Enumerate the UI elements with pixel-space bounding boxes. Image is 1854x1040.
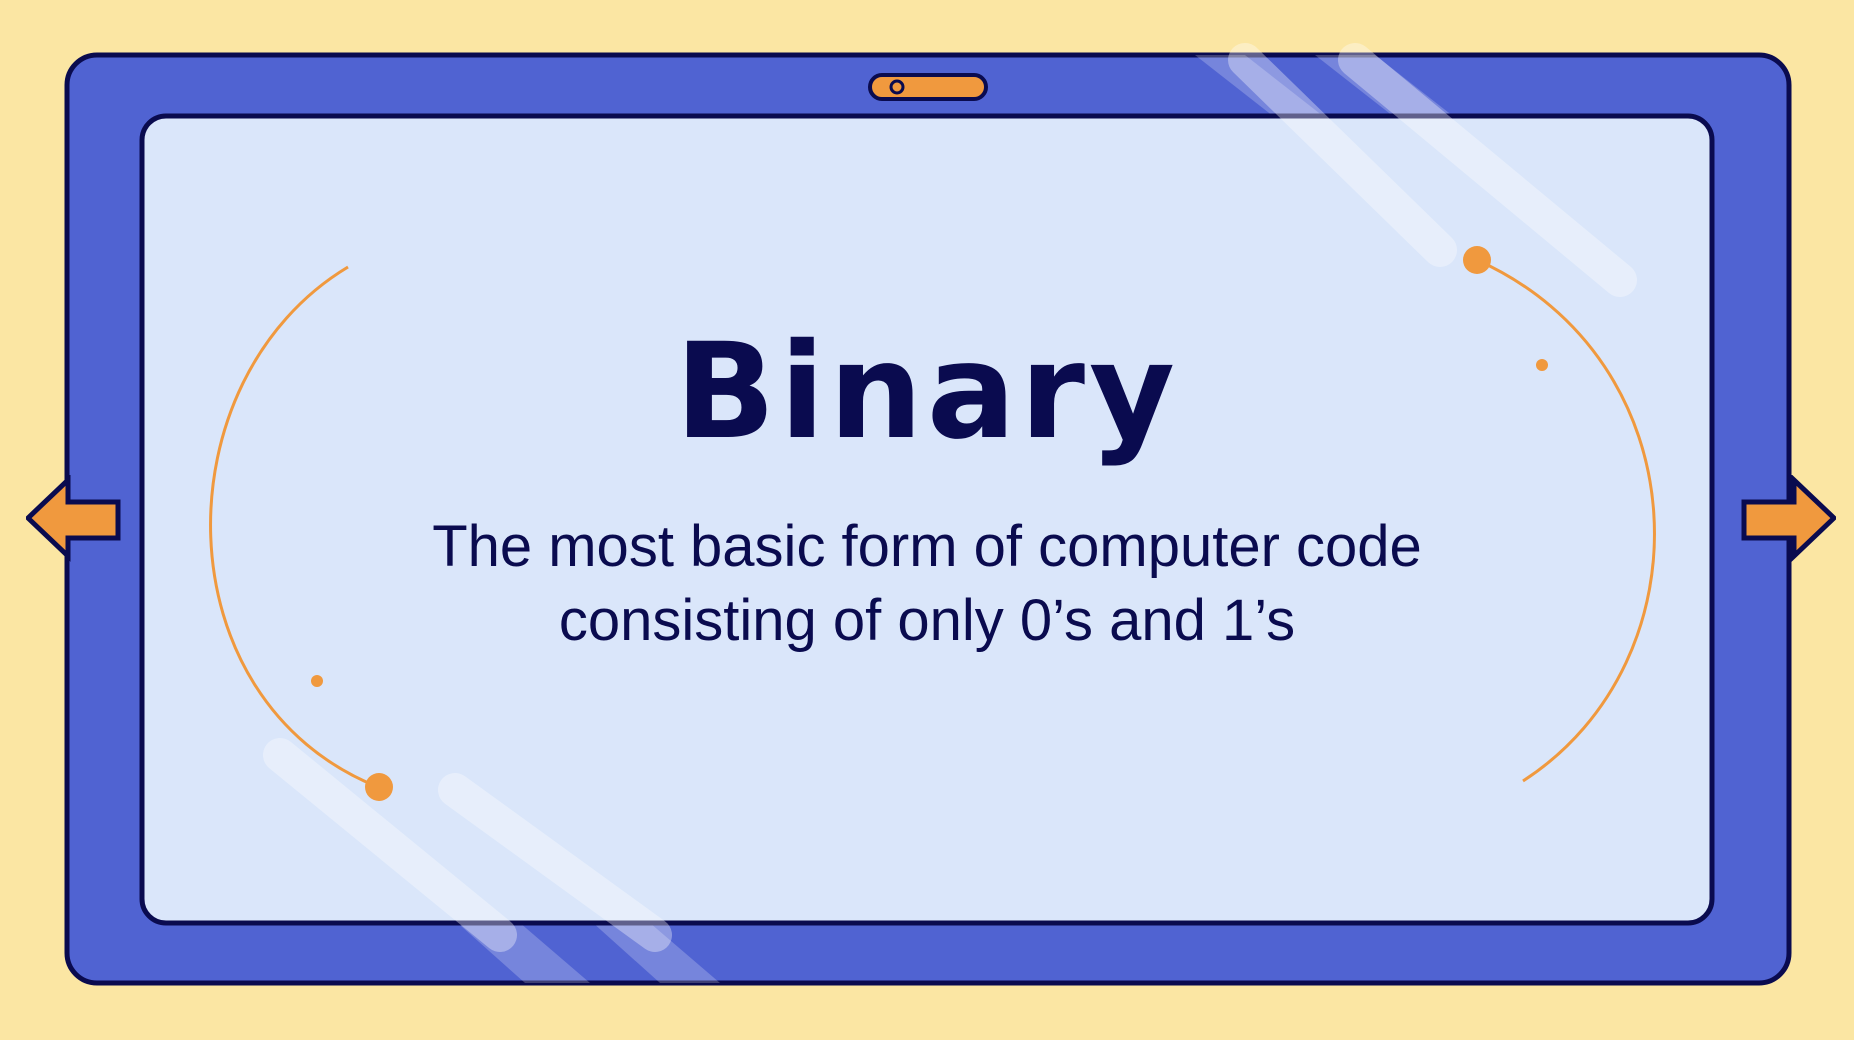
tablet-frame-art — [64, 43, 1792, 986]
arrow-right-icon[interactable] — [1740, 475, 1836, 565]
tablet-screen — [139, 113, 1715, 926]
slide-stage: Binary The most basic form of computer c… — [0, 0, 1854, 1040]
webcam-icon — [868, 73, 988, 101]
arrow-left-icon[interactable] — [26, 475, 122, 565]
